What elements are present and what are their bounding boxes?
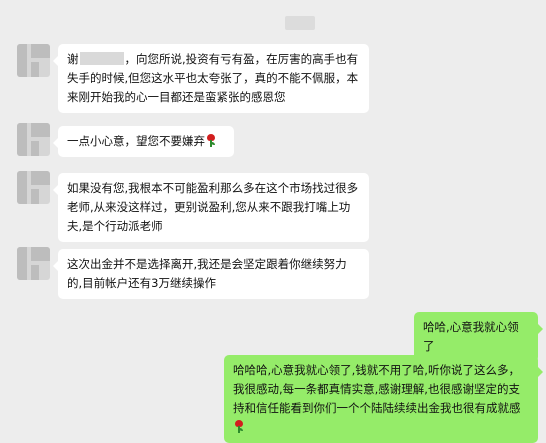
message-text: 哈哈,心意我就心领了	[423, 320, 519, 353]
message-bubble-incoming[interactable]: 谢，向您所说,投资有亏有盈，在厉害的高手也有失手的时候,但您这水平也太夸张了，真…	[53, 44, 369, 113]
rose-icon	[206, 134, 216, 147]
message-text: 谢	[67, 52, 79, 66]
chat-timestamp-placeholder	[285, 16, 315, 30]
redacted-name-block	[79, 52, 124, 65]
contact-avatar[interactable]	[17, 44, 50, 77]
message-bubble-incoming[interactable]: 如果没有您,我根本不可能盈利那么多在这个市场找过很多老师,从来没这样过，更别说盈…	[53, 173, 369, 242]
message-text: 这次出金并不是选择离开,我还是会坚定跟着你继续努力的,目前帐户还有3万继续操作	[67, 257, 347, 290]
contact-avatar[interactable]	[17, 123, 50, 156]
rose-icon	[234, 420, 244, 433]
message-bubble-outgoing[interactable]: 哈哈哈,心意我就心领了,钱就不用了哈,听你说了这么多，我很感动,每一条都真情实意…	[224, 355, 543, 443]
message-bubble-incoming[interactable]: 一点小心意，望您不要嫌弃	[53, 126, 234, 157]
contact-avatar[interactable]	[17, 247, 50, 280]
message-text: 如果没有您,我根本不可能盈利那么多在这个市场找过很多老师,从来没这样过，更别说盈…	[67, 181, 359, 233]
contact-avatar[interactable]	[17, 171, 50, 204]
message-bubble-incoming[interactable]: 这次出金并不是选择离开,我还是会坚定跟着你继续努力的,目前帐户还有3万继续操作	[53, 249, 369, 299]
message-text: 一点小心意，望您不要嫌弃	[67, 134, 205, 148]
message-text: 哈哈哈,心意我就心领了,钱就不用了哈,听你说了这么多，我很感动,每一条都真情实意…	[233, 363, 521, 415]
